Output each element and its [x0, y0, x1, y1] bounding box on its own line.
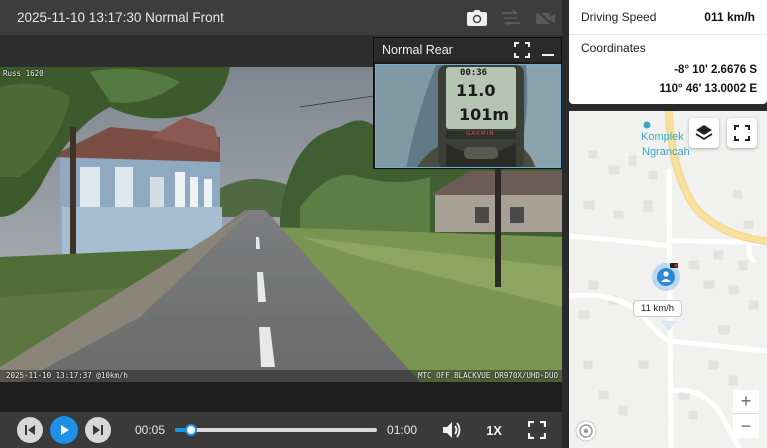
minimize-icon[interactable] — [535, 38, 561, 62]
map-attribution-icon[interactable] — [578, 423, 594, 439]
player-top-bar: 2025-11-10 13:17:30 Normal Front — [0, 0, 562, 35]
fullscreen-icon — [527, 421, 546, 439]
play-button[interactable] — [50, 416, 78, 444]
rear-device-brand: GARMIN — [466, 131, 495, 137]
rear-reading-speed: 11.0 — [456, 81, 496, 100]
dashcam-viewer: 2025-11-10 13:17:30 Normal Front Russ 16… — [0, 0, 767, 448]
rear-reading-altitude: 101m — [459, 105, 510, 124]
place-label-line1: Komplek — [641, 131, 684, 143]
driving-speed-row: Driving Speed 011 km/h — [569, 0, 767, 35]
front-overlay-device: MTC OFF BLACKVUE DR970X/UHD-DUO — [418, 371, 558, 380]
previous-button[interactable] — [17, 417, 43, 443]
rear-video-frame[interactable]: 00:36 11.0 101m GARMIN — [375, 64, 561, 168]
play-icon — [61, 425, 69, 435]
coordinates-label: Coordinates — [581, 41, 646, 55]
volume-icon — [443, 422, 461, 438]
skip-forward-icon — [93, 425, 103, 435]
video-player: 2025-11-10 13:17:30 Normal Front Russ 16… — [0, 0, 562, 448]
rear-camera-title: Normal Rear — [382, 43, 453, 57]
zoom-out-button[interactable]: − — [733, 414, 759, 438]
fullscreen-icon — [734, 125, 750, 141]
mute-camera-icon[interactable] — [528, 0, 562, 35]
map-view[interactable]: Komplek Ngrancah 11 km/h + − — [569, 111, 767, 448]
zoom-in-button[interactable]: + — [733, 390, 759, 414]
player-fullscreen-button[interactable] — [526, 419, 548, 441]
playback-controls: 00:05 01:00 1X — [0, 412, 562, 448]
layers-icon — [695, 125, 713, 141]
volume-button[interactable] — [441, 419, 463, 441]
front-overlay-top-left: Russ 1620 — [3, 69, 44, 78]
current-time: 00:05 — [135, 423, 166, 437]
total-time: 01:00 — [387, 423, 418, 437]
driving-speed-value: 011 km/h — [704, 10, 755, 24]
swap-view-icon[interactable] — [494, 0, 528, 35]
rear-camera-pip[interactable]: Normal Rear 00:36 11.0 101m GARMIN — [373, 37, 562, 169]
seek-bar[interactable] — [175, 424, 378, 436]
driving-speed-label: Driving Speed — [581, 10, 657, 24]
front-camera-title: 2025-11-10 13:17:30 Normal Front — [17, 10, 224, 25]
place-label-line2: Ngrancah — [642, 146, 690, 158]
longitude-value: 110° 46' 13.0002 E — [659, 83, 757, 95]
snapshot-camera-icon[interactable] — [460, 0, 494, 35]
vehicle-speed-bubble: 11 km/h — [633, 300, 683, 317]
map-layers-button[interactable] — [689, 118, 719, 148]
telemetry-panel: Driving Speed 011 km/h Coordinates -8° 1… — [569, 0, 767, 104]
rear-pip-header: Normal Rear — [374, 38, 561, 62]
next-button[interactable] — [85, 417, 111, 443]
seek-handle[interactable] — [185, 424, 198, 436]
skip-back-icon — [25, 425, 35, 435]
front-overlay-timestamp: 2025-11-10 13:17:37 @10km/h — [6, 371, 128, 380]
latitude-value: -8° 10' 2.6676 S — [674, 64, 757, 76]
fullscreen-icon[interactable] — [509, 38, 535, 62]
map-fullscreen-button[interactable] — [727, 118, 757, 148]
rear-reading-time: 00:36 — [460, 68, 488, 78]
playback-speed[interactable]: 1X — [486, 423, 502, 438]
